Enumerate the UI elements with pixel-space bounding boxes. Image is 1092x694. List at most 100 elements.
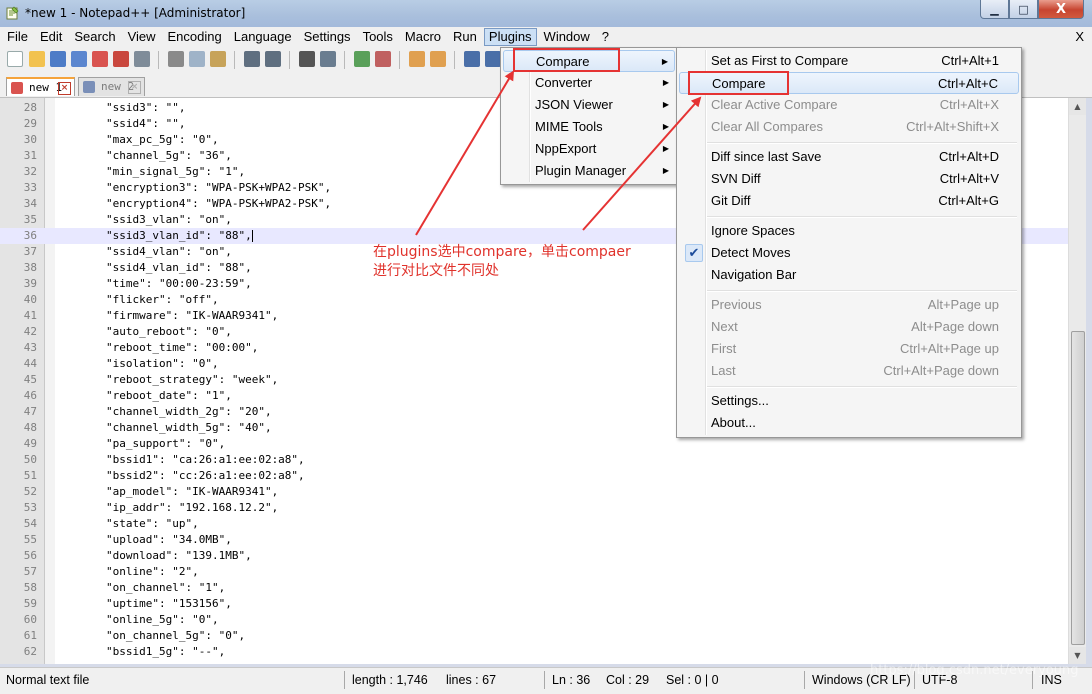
save-icon[interactable] xyxy=(50,51,66,67)
line-number: 30 xyxy=(23,133,37,146)
line-number: 33 xyxy=(23,181,37,194)
menu-item-nppexport[interactable]: NppExport ▶ xyxy=(503,138,675,160)
menu-item-ignore-spaces[interactable]: Ignore Spaces xyxy=(679,220,1019,242)
menu-help[interactable]: ? xyxy=(597,28,614,46)
menu-item-label: Ignore Spaces xyxy=(711,223,795,238)
menu-run[interactable]: Run xyxy=(448,28,482,46)
copy-icon[interactable] xyxy=(189,51,205,67)
line-number: 62 xyxy=(23,645,37,658)
menu-item-next: Next Alt+Page down xyxy=(679,316,1019,338)
code-line[interactable]: 52 "ap_model": "IK-WAAR9341", xyxy=(0,484,1068,500)
notepad-app-icon xyxy=(6,6,19,20)
toolbar-separator xyxy=(454,51,455,69)
code-line[interactable]: 56 "download": "139.1MB", xyxy=(0,548,1068,564)
menu-item-json-viewer[interactable]: JSON Viewer ▶ xyxy=(503,94,675,116)
code-line[interactable]: 57 "online": "2", xyxy=(0,564,1068,580)
menu-plugins[interactable]: Plugins xyxy=(483,28,537,46)
watermark: https://blog.csdn.net/everyoung xyxy=(870,663,1079,678)
menu-item-converter[interactable]: Converter ▶ xyxy=(503,72,675,94)
menu-item-settings[interactable]: Settings... xyxy=(679,390,1019,412)
show-all-characters-icon[interactable] xyxy=(485,51,501,67)
menu-encoding[interactable]: Encoding xyxy=(163,28,227,46)
redo-icon[interactable] xyxy=(265,51,281,67)
close-all-icon[interactable] xyxy=(113,51,129,67)
menu-item-label: NppExport xyxy=(535,141,597,156)
menu-item-mime-tools[interactable]: MIME Tools ▶ xyxy=(503,116,675,138)
tab-close-icon[interactable]: × xyxy=(58,82,71,95)
save-all-icon[interactable] xyxy=(71,51,87,67)
line-text: "ssid3_vlan": "on", xyxy=(106,213,232,226)
scrollbar-thumb[interactable] xyxy=(1071,331,1085,645)
menu-file[interactable]: File xyxy=(2,28,33,46)
menu-item-shortcut: Ctrl+Alt+C xyxy=(938,76,998,91)
line-text: "time": "00:00-23:59", xyxy=(106,277,252,290)
scroll-up-icon[interactable]: ▲ xyxy=(1069,98,1086,115)
line-text: "online_5g": "0", xyxy=(106,613,219,626)
code-line[interactable]: 58 "on_channel": "1", xyxy=(0,580,1068,596)
menu-tools[interactable]: Tools xyxy=(358,28,398,46)
menu-item-label: About... xyxy=(711,415,756,430)
code-line[interactable]: 55 "upload": "34.0MB", xyxy=(0,532,1068,548)
line-number: 61 xyxy=(23,629,37,642)
line-number: 39 xyxy=(23,277,37,290)
submenu-arrow-icon: ▶ xyxy=(662,122,669,131)
sync-vertical-icon[interactable] xyxy=(409,51,425,67)
undo-icon[interactable] xyxy=(244,51,260,67)
tab-new-1[interactable]: new 1 × xyxy=(6,77,75,96)
line-number: 59 xyxy=(23,597,37,610)
menu-item-navigation-bar[interactable]: Navigation Bar xyxy=(679,264,1019,286)
menu-item-svn-diff[interactable]: SVN Diff Ctrl+Alt+V xyxy=(679,168,1019,190)
replace-icon[interactable] xyxy=(320,51,336,67)
menu-separator xyxy=(707,290,1017,292)
menu-window[interactable]: Window xyxy=(539,28,595,46)
line-text: "pa_support": "0", xyxy=(106,437,226,450)
code-line[interactable]: 61 "on_channel_5g": "0", xyxy=(0,628,1068,644)
paste-icon[interactable] xyxy=(210,51,226,67)
menu-item-label: Settings... xyxy=(711,393,769,408)
menu-settings[interactable]: Settings xyxy=(299,28,356,46)
code-line[interactable]: 62 "bssid1_5g": "--", xyxy=(0,644,1068,660)
code-line[interactable]: 50 "bssid1": "ca:26:a1:ee:02:a8", xyxy=(0,452,1068,468)
vertical-scrollbar[interactable]: ▲ ▼ xyxy=(1068,98,1086,664)
print-icon[interactable] xyxy=(134,51,150,67)
code-line[interactable]: 53 "ip_addr": "192.168.12.2", xyxy=(0,500,1068,516)
menu-item-plugin-manager[interactable]: Plugin Manager ▶ xyxy=(503,160,675,182)
code-line[interactable]: 59 "uptime": "153156", xyxy=(0,596,1068,612)
minimize-button[interactable]: ▁ xyxy=(980,0,1009,19)
menu-search[interactable]: Search xyxy=(69,28,120,46)
close-file-icon[interactable] xyxy=(92,51,108,67)
menu-item-diff-since-last-save[interactable]: Diff since last Save Ctrl+Alt+D xyxy=(679,146,1019,168)
menu-item-label: First xyxy=(711,341,737,356)
menu-view[interactable]: View xyxy=(123,28,161,46)
submenu-arrow-icon: ▶ xyxy=(662,144,669,153)
tab-close-icon[interactable]: × xyxy=(128,81,141,94)
scroll-down-icon[interactable]: ▼ xyxy=(1069,647,1086,664)
menu-language[interactable]: Language xyxy=(229,28,297,46)
menu-item-label: MIME Tools xyxy=(535,119,603,134)
menu-item-detect-moves[interactable]: ✔ Detect Moves xyxy=(679,242,1019,264)
code-line[interactable]: 54 "state": "up", xyxy=(0,516,1068,532)
find-icon[interactable] xyxy=(299,51,315,67)
new-file-icon[interactable] xyxy=(7,51,23,67)
menu-item-set-first-to-compare[interactable]: Set as First to Compare Ctrl+Alt+1 xyxy=(679,50,1019,72)
menu-item-about[interactable]: About... xyxy=(679,412,1019,434)
minimize-icon: ▁ xyxy=(990,2,999,16)
close-document-icon[interactable]: X xyxy=(1075,29,1084,44)
line-number: 36 xyxy=(23,229,37,242)
open-file-icon[interactable] xyxy=(29,51,45,67)
zoom-in-icon[interactable] xyxy=(354,51,370,67)
cut-icon[interactable] xyxy=(168,51,184,67)
code-line[interactable]: 51 "bssid2": "cc:26:a1:ee:02:a8", xyxy=(0,468,1068,484)
line-text: "channel_5g": "36", xyxy=(106,149,232,162)
menu-item-git-diff[interactable]: Git Diff Ctrl+Alt+G xyxy=(679,190,1019,212)
close-button[interactable]: X xyxy=(1038,0,1084,19)
code-line[interactable]: 60 "online_5g": "0", xyxy=(0,612,1068,628)
tab-new-2[interactable]: new 2 × xyxy=(78,77,145,96)
zoom-out-icon[interactable] xyxy=(375,51,391,67)
sync-horizontal-icon[interactable] xyxy=(430,51,446,67)
menu-macro[interactable]: Macro xyxy=(400,28,446,46)
code-line[interactable]: 49 "pa_support": "0", xyxy=(0,436,1068,452)
maximize-button[interactable]: □ xyxy=(1009,0,1038,19)
menu-edit[interactable]: Edit xyxy=(35,28,67,46)
word-wrap-icon[interactable] xyxy=(464,51,480,67)
